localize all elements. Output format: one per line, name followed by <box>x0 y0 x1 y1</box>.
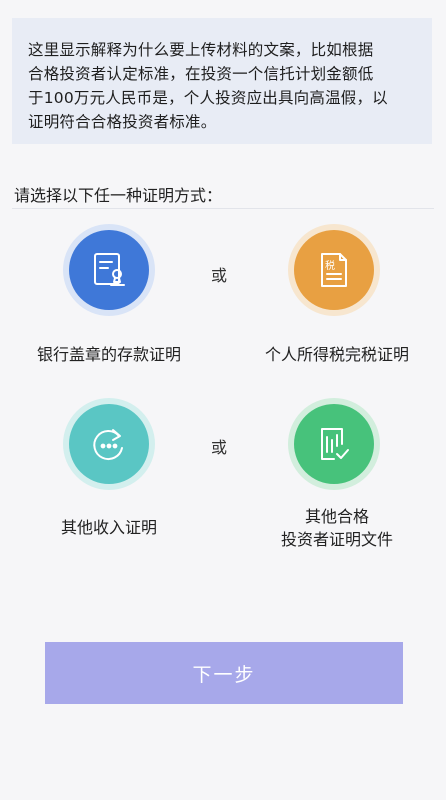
or-label: 或 <box>211 438 228 457</box>
chart-check-document-icon <box>321 428 349 460</box>
bank-stamp-document-icon <box>94 253 125 286</box>
option-label-other-investor-docs: 其他合格 投资者证明文件 <box>280 507 393 549</box>
option-label-other-income: 其他收入证明 <box>60 518 157 537</box>
option-other-investor-documents[interactable] <box>283 398 385 490</box>
or-label: 或 <box>211 266 228 285</box>
explanation-line: 合格投资者认定标准，在投资一个信托计划金额低 <box>28 65 374 83</box>
explanation-box: 这里显示解释为什么要上传材料的文案，比如根据 合格投资者认定标准，在投资一个信托… <box>12 18 432 144</box>
svg-text:税: 税 <box>325 259 335 272</box>
tax-document-icon: 税 <box>321 253 347 287</box>
divider <box>12 208 434 209</box>
option-bank-deposit-certificate[interactable] <box>58 224 160 316</box>
next-step-button[interactable]: 下一步 <box>45 642 403 704</box>
explanation-line: 证明符合合格投资者标准。 <box>28 113 217 131</box>
income-refresh-icon <box>93 429 123 461</box>
option-other-income-certificate[interactable] <box>58 398 160 490</box>
option-label-tax: 个人所得税完税证明 <box>264 345 409 364</box>
explanation-line: 这里显示解释为什么要上传材料的文案，比如根据 <box>28 41 374 59</box>
option-tax-certificate[interactable]: 税 <box>283 224 385 316</box>
explanation-line: 于100万元人民币是，个人投资应出具向高温假，以 <box>28 89 388 107</box>
select-method-prompt: 请选择以下任一种证明方式： <box>14 186 223 205</box>
option-label-bank-deposit: 银行盖章的存款证明 <box>36 345 181 364</box>
